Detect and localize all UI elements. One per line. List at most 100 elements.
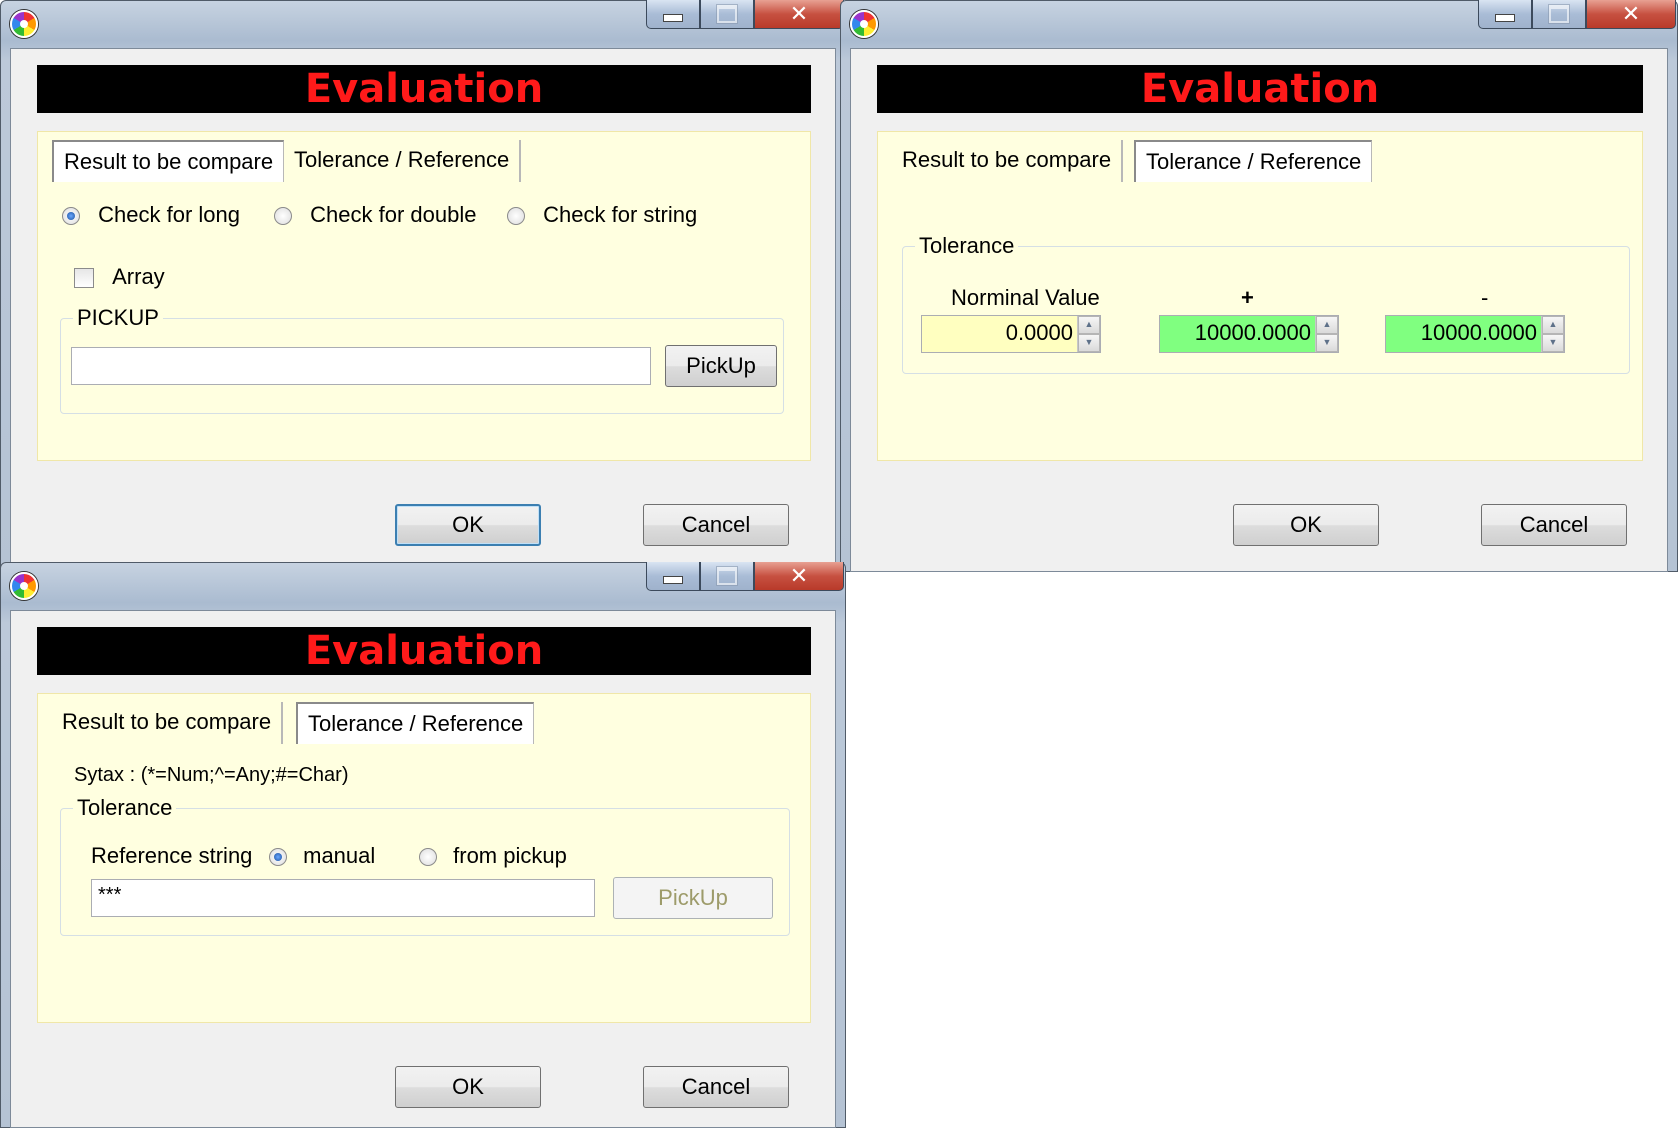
title-bar[interactable]: ✕ [0, 0, 846, 48]
title-bar[interactable]: ✕ [840, 0, 1678, 48]
radio-indicator[interactable] [62, 207, 80, 226]
nominal-value-label: Norminal Value [951, 285, 1100, 310]
app-logo-icon[interactable] [850, 10, 878, 38]
radio-label: Check for long [98, 202, 240, 227]
window-controls: ✕ [646, 0, 844, 30]
spin-up-icon[interactable]: ▲ [1078, 316, 1100, 334]
title-bar[interactable]: ✕ [0, 562, 846, 610]
tab-control: Result to be compare Tolerance / Referen… [37, 131, 811, 461]
radio-indicator[interactable] [419, 848, 437, 867]
tolerance-group-title: Tolerance [73, 796, 177, 820]
radio-from-pickup[interactable]: from pickup [419, 843, 567, 869]
minimize-icon [663, 576, 683, 584]
minimize-button[interactable] [1478, 0, 1532, 29]
cancel-button[interactable]: Cancel [1481, 504, 1627, 546]
radio-label: manual [303, 843, 376, 868]
radio-indicator[interactable] [507, 207, 525, 226]
tab-tolerance-reference[interactable]: Tolerance / Reference [284, 140, 522, 182]
array-checkbox[interactable]: Array [74, 264, 165, 290]
evaluation-window-tolerance: ✕ Evaluation Result to be compare Tolera… [840, 0, 1678, 572]
tab-page-reference: Sytax : (*=Num;^=Any;#=Char) Tolerance R… [52, 748, 796, 1010]
minimize-icon [1495, 14, 1515, 22]
tab-page-result: Check for long Check for double Check fo… [52, 186, 796, 448]
tab-result-to-be-compare[interactable]: Result to be compare [892, 140, 1124, 182]
plus-tolerance-value[interactable]: 10000.0000 [1160, 316, 1315, 352]
tab-result-to-be-compare[interactable]: Result to be compare [52, 140, 285, 182]
checkbox-indicator[interactable] [74, 268, 94, 289]
window-client: Evaluation Result to be compare Toleranc… [10, 48, 836, 572]
pickup-group: PICKUP PickUp [60, 306, 784, 414]
window-client: Evaluation Result to be compare Toleranc… [10, 610, 836, 1128]
spin-up-icon[interactable]: ▲ [1316, 316, 1338, 334]
evaluation-banner: Evaluation [877, 65, 1643, 113]
app-logo-icon[interactable] [10, 10, 38, 38]
evaluation-window-reference: ✕ Evaluation Result to be compare Tolera… [0, 562, 846, 1128]
maximize-icon [1549, 5, 1569, 23]
tab-control: Result to be compare Tolerance / Referen… [877, 131, 1643, 461]
close-button[interactable]: ✕ [754, 0, 844, 29]
window-controls: ✕ [1478, 0, 1676, 30]
ok-button[interactable]: OK [1233, 504, 1379, 546]
radio-label: from pickup [453, 843, 567, 868]
nominal-value[interactable]: 0.0000 [922, 316, 1077, 352]
minus-label: - [1481, 285, 1489, 310]
tolerance-group-title: Tolerance [915, 234, 1019, 258]
nominal-value-spinner[interactable]: 0.0000 ▲ ▼ [921, 315, 1101, 353]
cancel-button[interactable]: Cancel [643, 1066, 789, 1108]
minimize-button[interactable] [646, 0, 700, 29]
radio-indicator[interactable] [269, 848, 287, 867]
radio-label: Check for string [543, 202, 698, 227]
maximize-button[interactable] [700, 0, 754, 29]
radio-indicator[interactable] [274, 207, 292, 226]
tolerance-group: Tolerance Reference string manual from p… [60, 796, 790, 936]
maximize-button[interactable] [1532, 0, 1586, 29]
cancel-button[interactable]: Cancel [643, 504, 789, 546]
reference-string-input[interactable]: *** [91, 879, 595, 917]
pickup-group-title: PICKUP [73, 306, 163, 330]
tab-strip: Result to be compare Tolerance / Referen… [38, 694, 810, 748]
array-label: Array [112, 264, 165, 289]
window-controls: ✕ [646, 562, 844, 592]
pickup-input[interactable] [71, 347, 651, 385]
app-logo-icon[interactable] [10, 572, 38, 600]
radio-check-for-string[interactable]: Check for string [507, 202, 697, 228]
reference-string-label: Reference string [91, 843, 253, 868]
minimize-icon [663, 14, 683, 22]
evaluation-banner: Evaluation [37, 627, 811, 675]
evaluation-banner: Evaluation [37, 65, 811, 113]
spin-down-icon[interactable]: ▼ [1542, 334, 1564, 352]
tab-control: Result to be compare Tolerance / Referen… [37, 693, 811, 1023]
pickup-button[interactable]: PickUp [613, 877, 773, 919]
close-icon: ✕ [789, 1, 809, 27]
ok-button[interactable]: OK [395, 504, 541, 546]
close-button[interactable]: ✕ [754, 562, 844, 591]
plus-tolerance-spinner[interactable]: 10000.0000 ▲ ▼ [1159, 315, 1339, 353]
ok-button[interactable]: OK [395, 1066, 541, 1108]
syntax-hint: Sytax : (*=Num;^=Any;#=Char) [74, 764, 349, 786]
close-icon: ✕ [1621, 1, 1641, 27]
spin-up-icon[interactable]: ▲ [1542, 316, 1564, 334]
maximize-icon [717, 5, 737, 23]
close-button[interactable]: ✕ [1586, 0, 1676, 29]
radio-label: Check for double [310, 202, 477, 227]
plus-label: + [1241, 285, 1254, 310]
spin-down-icon[interactable]: ▼ [1078, 334, 1100, 352]
pickup-button[interactable]: PickUp [665, 345, 777, 387]
radio-check-for-double[interactable]: Check for double [274, 202, 476, 228]
spin-arrows-icon[interactable]: ▲ ▼ [1541, 316, 1564, 352]
spin-down-icon[interactable]: ▼ [1316, 334, 1338, 352]
tab-tolerance-reference[interactable]: Tolerance / Reference [1134, 140, 1373, 182]
spin-arrows-icon[interactable]: ▲ ▼ [1077, 316, 1100, 352]
tab-tolerance-reference[interactable]: Tolerance / Reference [296, 702, 535, 744]
tab-page-tolerance: Tolerance Norminal Value + - 0.0000 ▲ ▼ 1… [892, 186, 1630, 448]
tab-result-to-be-compare[interactable]: Result to be compare [52, 702, 284, 744]
maximize-button[interactable] [700, 562, 754, 591]
minus-tolerance-value[interactable]: 10000.0000 [1386, 316, 1541, 352]
spin-arrows-icon[interactable]: ▲ ▼ [1315, 316, 1338, 352]
evaluation-window-result: ✕ Evaluation Result to be compare Tolera… [0, 0, 846, 572]
tab-strip: Result to be compare Tolerance / Referen… [38, 132, 810, 186]
radio-check-for-long[interactable]: Check for long [62, 202, 240, 228]
minimize-button[interactable] [646, 562, 700, 591]
radio-manual[interactable]: manual [269, 843, 375, 869]
minus-tolerance-spinner[interactable]: 10000.0000 ▲ ▼ [1385, 315, 1565, 353]
